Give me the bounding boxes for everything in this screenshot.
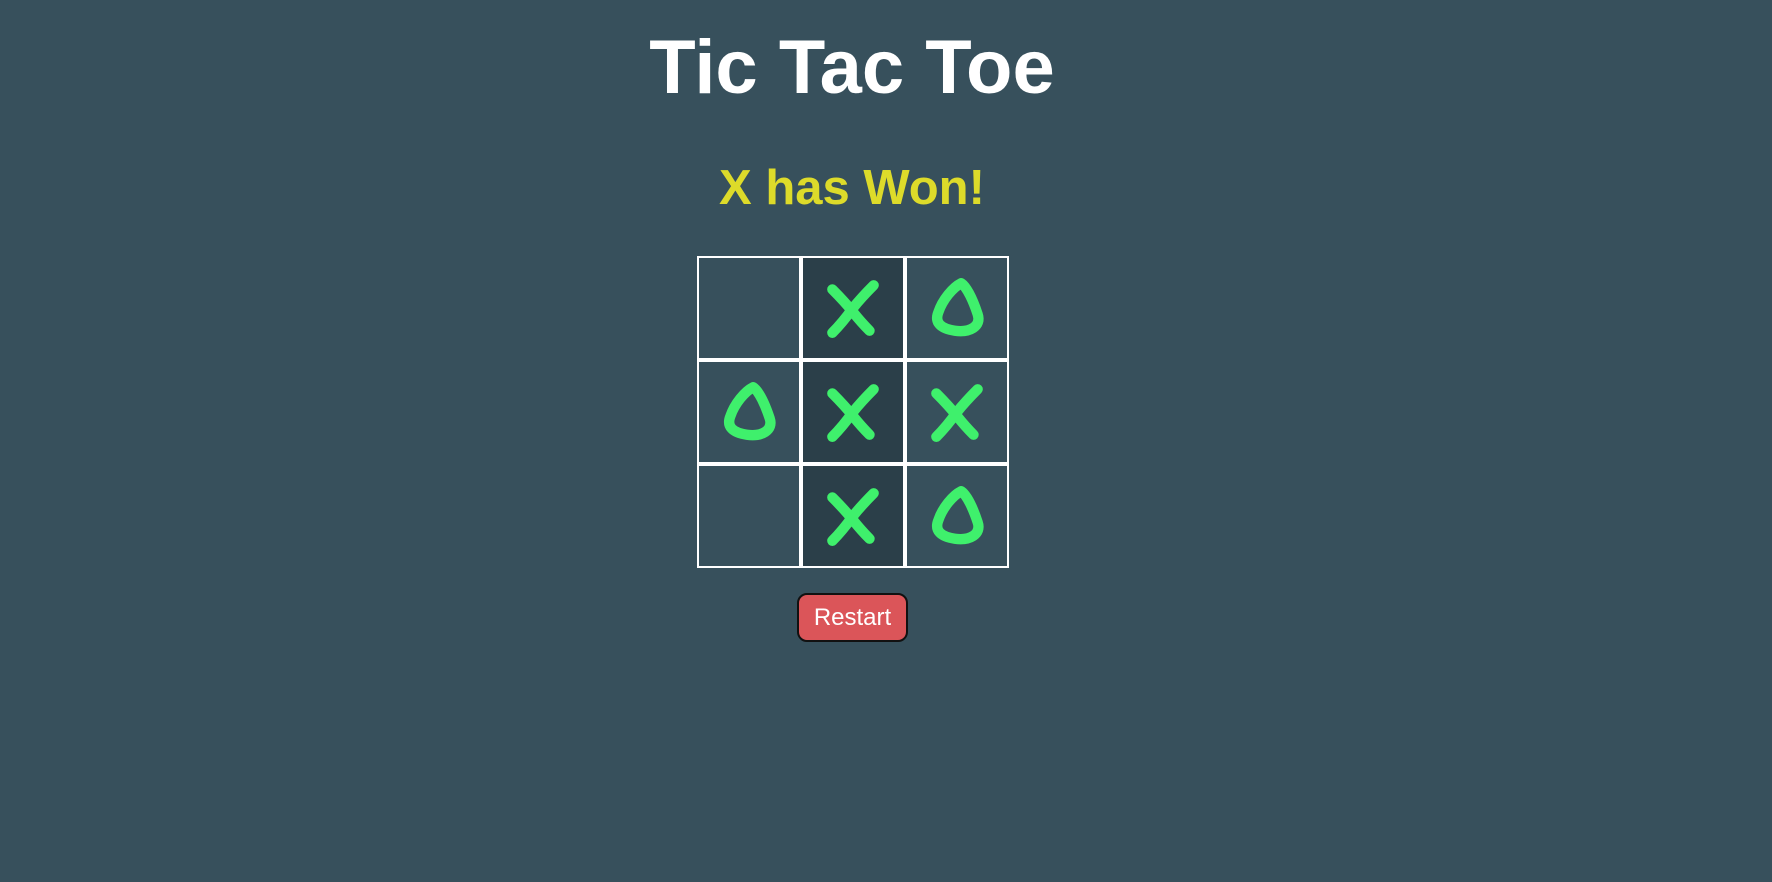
game-status: X has Won! (719, 161, 985, 215)
board-cell-r2-c3[interactable] (905, 360, 1009, 464)
board-cell-r3-c1[interactable] (697, 464, 801, 568)
x-mark-icon (827, 280, 879, 338)
o-mark-icon (932, 278, 984, 337)
board-cell-r3-c3[interactable] (905, 464, 1009, 568)
x-mark-icon (931, 384, 983, 442)
o-mark-icon (932, 486, 984, 545)
board-cell-r3-c2[interactable] (801, 464, 905, 568)
board-cell-r1-c2[interactable] (801, 256, 905, 360)
game-board (697, 256, 1009, 568)
board-cell-r2-c2[interactable] (801, 360, 905, 464)
board-cell-r2-c1[interactable] (697, 360, 801, 464)
board-cell-r1-c3[interactable] (905, 256, 1009, 360)
o-mark-icon (724, 382, 776, 441)
x-mark-icon (827, 488, 879, 546)
page-title: Tic Tac Toe (649, 25, 1055, 110)
x-mark-icon (827, 384, 879, 442)
restart-button[interactable]: Restart (797, 593, 908, 642)
board-cell-r1-c1[interactable] (697, 256, 801, 360)
